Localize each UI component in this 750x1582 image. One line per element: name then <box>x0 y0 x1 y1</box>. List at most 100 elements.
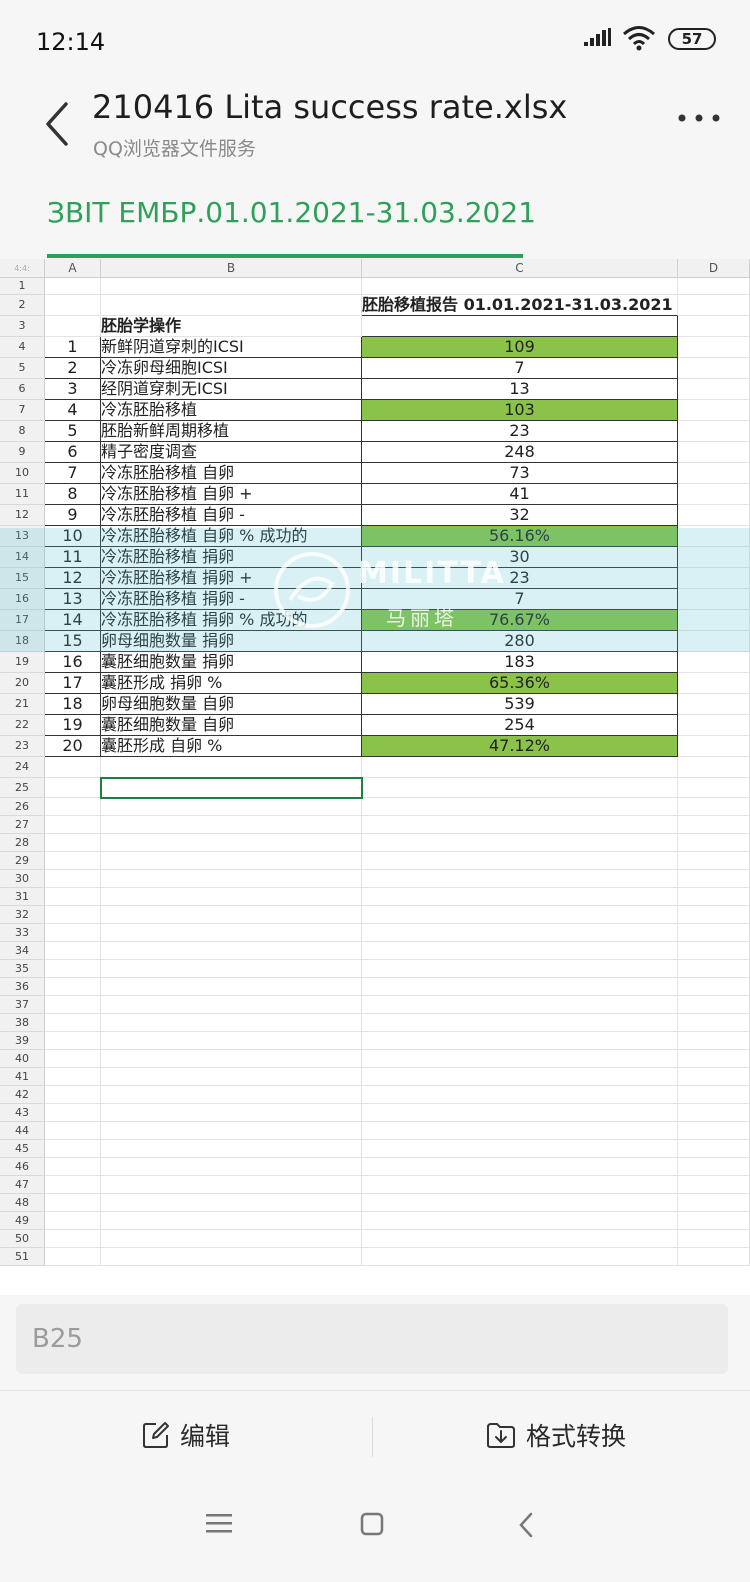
cell[interactable] <box>45 798 101 816</box>
cell[interactable] <box>678 463 750 484</box>
row-header[interactable]: 38 <box>0 1014 45 1032</box>
row-header[interactable]: 33 <box>0 924 45 942</box>
cell[interactable] <box>678 996 750 1014</box>
cell[interactable] <box>678 870 750 888</box>
cell[interactable] <box>101 978 362 996</box>
cell[interactable] <box>101 757 362 778</box>
row-index-cell[interactable]: 19 <box>45 715 101 736</box>
cell[interactable] <box>101 1140 362 1158</box>
cell[interactable] <box>678 1176 750 1194</box>
row-header[interactable]: 22 <box>0 715 45 736</box>
cell[interactable] <box>678 778 750 798</box>
cell[interactable] <box>45 834 101 852</box>
cell[interactable] <box>45 978 101 996</box>
cell[interactable] <box>362 870 678 888</box>
cell[interactable] <box>678 1212 750 1230</box>
row-index-cell[interactable]: 8 <box>45 484 101 505</box>
label-cell[interactable]: 囊胚形成 捐卵 % <box>101 673 362 694</box>
row-header[interactable]: 49 <box>0 1212 45 1230</box>
cell[interactable] <box>101 1050 362 1068</box>
cell[interactable] <box>45 316 101 337</box>
value-cell[interactable]: 30 <box>362 547 678 568</box>
cell[interactable] <box>678 816 750 834</box>
row-index-cell[interactable]: 7 <box>45 463 101 484</box>
cell[interactable] <box>45 1032 101 1050</box>
cell[interactable] <box>678 652 750 673</box>
column-header-d[interactable]: D <box>678 259 750 278</box>
label-cell[interactable]: 冷冻胚胎移植 捐卵 % 成功的 <box>101 610 362 631</box>
cell[interactable] <box>362 1086 678 1104</box>
label-cell[interactable]: 冷冻胚胎移植 自卵 + <box>101 484 362 505</box>
cell[interactable] <box>678 834 750 852</box>
cell[interactable] <box>362 1140 678 1158</box>
row-header[interactable]: 9 <box>0 442 45 463</box>
label-cell[interactable]: 囊胚形成 自卵 % <box>101 736 362 757</box>
cell[interactable] <box>362 1050 678 1068</box>
row-header[interactable]: 31 <box>0 888 45 906</box>
row-header[interactable]: 23 <box>0 736 45 757</box>
cell[interactable] <box>362 1068 678 1086</box>
cell[interactable] <box>678 610 750 631</box>
row-header[interactable]: 32 <box>0 906 45 924</box>
row-header[interactable]: 25 <box>0 778 45 798</box>
cell[interactable] <box>678 673 750 694</box>
value-cell[interactable]: 109 <box>362 337 678 358</box>
row-header[interactable]: 30 <box>0 870 45 888</box>
cell[interactable] <box>362 278 678 295</box>
value-cell[interactable]: 73 <box>362 463 678 484</box>
value-cell[interactable]: 23 <box>362 421 678 442</box>
home-icon[interactable] <box>360 1512 384 1536</box>
label-cell[interactable]: 冷冻胚胎移植 <box>101 400 362 421</box>
row-header[interactable]: 14 <box>0 547 45 568</box>
cell[interactable] <box>678 1050 750 1068</box>
cell[interactable] <box>362 1194 678 1212</box>
cell[interactable] <box>101 1086 362 1104</box>
row-header[interactable]: 19 <box>0 652 45 673</box>
cell[interactable] <box>362 1212 678 1230</box>
row-header[interactable]: 47 <box>0 1176 45 1194</box>
value-cell[interactable]: 76.67% <box>362 610 678 631</box>
cell[interactable] <box>678 1248 750 1266</box>
label-cell[interactable]: 卵母细胞数量 捐卵 <box>101 631 362 652</box>
label-cell[interactable]: 囊胚细胞数量 捐卵 <box>101 652 362 673</box>
cell[interactable] <box>45 1104 101 1122</box>
row-header[interactable]: 20 <box>0 673 45 694</box>
cell[interactable] <box>362 888 678 906</box>
cell[interactable] <box>678 924 750 942</box>
column-header-a[interactable]: A <box>45 259 101 278</box>
row-header[interactable]: 26 <box>0 798 45 816</box>
cell[interactable] <box>45 996 101 1014</box>
cell[interactable] <box>101 798 362 816</box>
row-header[interactable]: 35 <box>0 960 45 978</box>
cell[interactable] <box>678 1014 750 1032</box>
value-cell[interactable]: 103 <box>362 400 678 421</box>
cell[interactable] <box>678 736 750 757</box>
cell[interactable] <box>362 906 678 924</box>
cell[interactable] <box>101 906 362 924</box>
row-header[interactable]: 36 <box>0 978 45 996</box>
cell[interactable] <box>678 505 750 526</box>
cell[interactable] <box>101 888 362 906</box>
cell[interactable] <box>101 996 362 1014</box>
cell[interactable] <box>362 978 678 996</box>
cell[interactable] <box>45 1230 101 1248</box>
cell[interactable] <box>101 1176 362 1194</box>
cell[interactable] <box>45 960 101 978</box>
corner-cell[interactable]: 4:4: <box>0 259 45 278</box>
cell[interactable] <box>101 295 362 316</box>
cell[interactable] <box>45 852 101 870</box>
cell[interactable] <box>45 1212 101 1230</box>
cell[interactable] <box>678 1104 750 1122</box>
row-index-cell[interactable]: 2 <box>45 358 101 379</box>
row-header[interactable]: 40 <box>0 1050 45 1068</box>
cell[interactable] <box>362 996 678 1014</box>
cell[interactable] <box>362 1158 678 1176</box>
cell[interactable] <box>101 1122 362 1140</box>
more-dots-icon[interactable] <box>676 112 722 124</box>
cell[interactable] <box>678 1158 750 1176</box>
row-index-cell[interactable]: 10 <box>45 526 101 547</box>
row-header[interactable]: 29 <box>0 852 45 870</box>
cell[interactable] <box>678 888 750 906</box>
cell[interactable] <box>678 1032 750 1050</box>
row-index-cell[interactable]: 20 <box>45 736 101 757</box>
